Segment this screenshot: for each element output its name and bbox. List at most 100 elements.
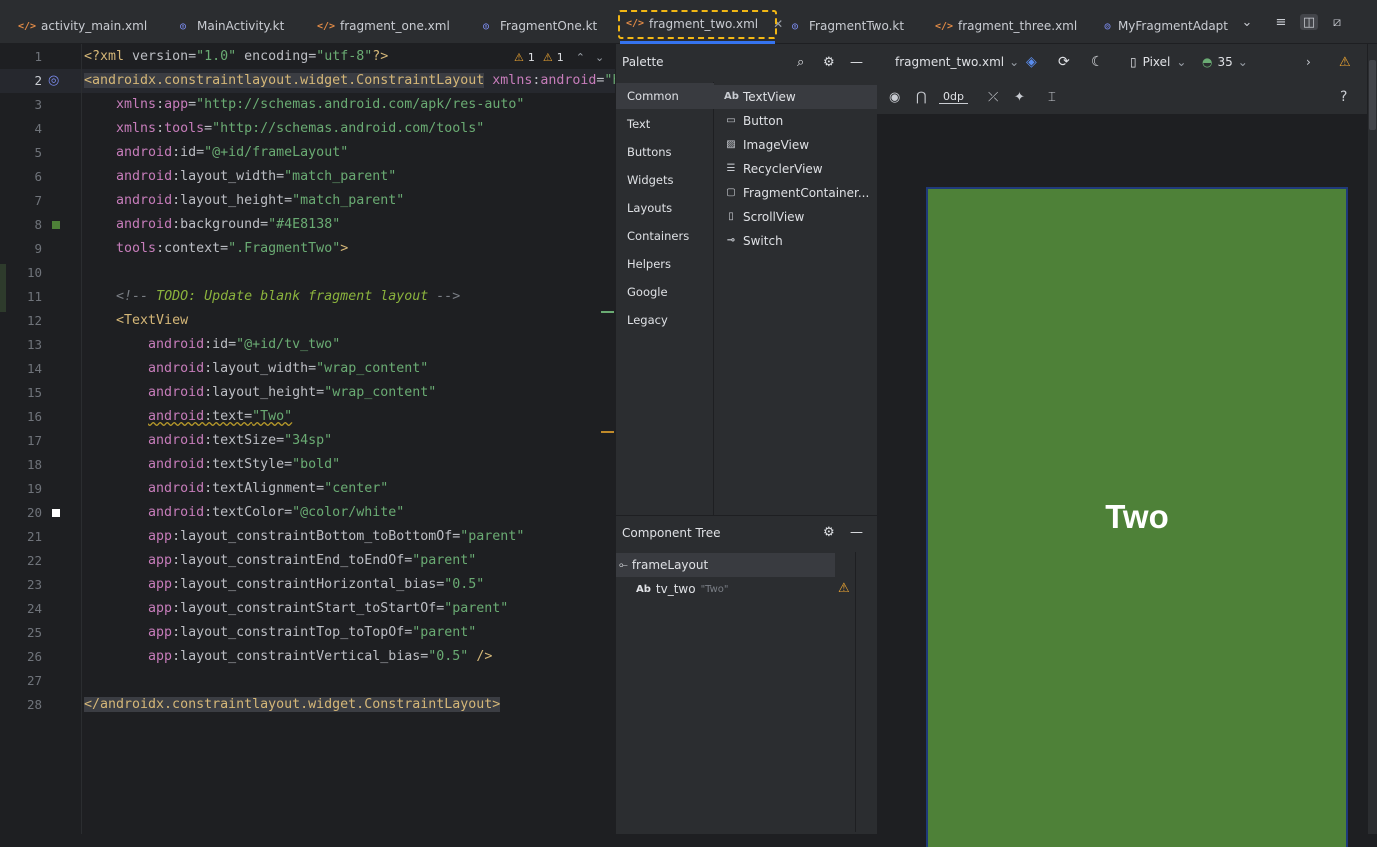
line-number: 4 [34, 121, 42, 136]
gear-icon[interactable]: ⚙ [823, 55, 835, 70]
xml-file-icon: </> [316, 20, 336, 32]
chevron-up-icon[interactable]: ⌃ [576, 51, 585, 64]
eye-icon[interactable]: ◉ [889, 90, 900, 105]
night-mode-icon[interactable]: ☾ [1091, 54, 1104, 70]
palette-item-textview[interactable]: Ab TextView [714, 85, 877, 109]
tab-label: activity_main.xml [41, 19, 148, 33]
warning-icon[interactable]: ⚠ [838, 581, 850, 596]
code-token: :layout_constraintHorizontal_bias= [172, 577, 445, 592]
tab-label: MainActivity.kt [197, 19, 285, 33]
code-token: :layout_constraintVertical_bias= [172, 649, 429, 664]
chevron-down-icon[interactable]: ⌄ [595, 51, 604, 64]
minimize-icon[interactable]: — [850, 55, 863, 70]
warning-icon[interactable]: ⚠ [1339, 55, 1351, 70]
minimize-icon[interactable]: — [850, 525, 863, 540]
gear-icon[interactable]: ⚙ [823, 525, 835, 540]
palette-category-text[interactable]: Text [616, 111, 714, 137]
palette-category-common[interactable]: Common [616, 83, 714, 109]
attributes-side-strip[interactable] [1367, 44, 1377, 834]
layout-file-dropdown[interactable]: fragment_two.xml ⌄ [895, 55, 1019, 69]
tree-node-label: frameLayout [631, 558, 709, 572]
line-number: 24 [26, 601, 42, 616]
layout-canvas[interactable]: Two [877, 114, 1367, 847]
code-token: = [188, 49, 197, 64]
tab-main-activity-kt[interactable]: ◎ MainActivity.kt [176, 6, 284, 44]
default-margin-field[interactable]: 0dp [939, 90, 968, 104]
device-dropdown[interactable]: ▯ Pixel ⌄ [1130, 55, 1186, 69]
palette-item-fragmentcontainer[interactable]: ▢ FragmentContainer... [714, 181, 877, 205]
textview-icon: Ab [636, 583, 651, 595]
tab-fragment-two-xml[interactable]: </> fragment_two.xml ✕ [618, 6, 783, 44]
code-token: ?> [372, 49, 389, 64]
code-token: "#4E8138" [268, 217, 341, 232]
magnet-icon[interactable]: ⋂ [916, 90, 927, 105]
search-icon[interactable]: ⌕ [797, 55, 804, 70]
tree-node-framelayout[interactable]: ⟜ frameLayout [616, 553, 835, 577]
inspection-widget[interactable]: ⚠ 1 ⚠ 1 ⌃ ⌄ [514, 51, 609, 64]
infer-constraints-icon[interactable]: ✦ [1014, 90, 1025, 105]
code-token: :textStyle= [204, 457, 293, 472]
color-swatch-green[interactable] [52, 221, 60, 229]
palette-category-legacy[interactable]: Legacy [616, 307, 714, 333]
code-line: android:textSize="34sp" [84, 429, 332, 453]
tab-activity-main-xml[interactable]: </> activity_main.xml [18, 6, 148, 44]
code-view-icon[interactable]: ≡ [1273, 14, 1289, 30]
palette-item-label: ImageView [743, 138, 810, 152]
code-token: android [148, 337, 205, 352]
clear-constraints-icon[interactable]: ⤫ [988, 90, 998, 105]
line-number: 22 [26, 553, 42, 568]
tab-fragment-one-kt[interactable]: ◎ FragmentOne.kt [479, 6, 597, 44]
code-token: "http://schemas.android.com/apk/res/andr… [604, 73, 615, 88]
line-number: 26 [26, 649, 42, 664]
split-view-icon[interactable]: ◫ [1300, 14, 1318, 30]
tab-fragment-three-xml[interactable]: </> fragment_three.xml [934, 6, 1078, 44]
api-dropdown[interactable]: ◓ 35 ⌄ [1202, 55, 1248, 69]
orientation-icon[interactable]: ⟳ [1058, 54, 1070, 70]
color-swatch-white[interactable] [52, 509, 60, 517]
help-icon[interactable]: ? [1340, 89, 1347, 105]
preview-textview[interactable]: Two [928, 189, 1346, 847]
palette-item-imageview[interactable]: ▨ ImageView [714, 133, 877, 157]
line-number: 1 [34, 49, 42, 64]
palette-item-recyclerview[interactable]: ☰ RecyclerView [714, 157, 877, 181]
palette-category-google[interactable]: Google [616, 279, 714, 305]
xml-file-icon: </> [934, 20, 954, 32]
palette-category-widgets[interactable]: Widgets [616, 167, 714, 193]
chevron-down-icon: ⌄ [1176, 55, 1187, 69]
scroll-marker-warning [601, 431, 614, 433]
palette-category-containers[interactable]: Containers [616, 223, 714, 249]
tab-fragment-one-xml[interactable]: </> fragment_one.xml [316, 6, 450, 44]
guidelines-icon[interactable]: ⌶ [1048, 90, 1056, 105]
code-line: android:layout_width="match_parent" [84, 165, 396, 189]
code-token: xmlns [492, 73, 533, 88]
device-preview[interactable]: Two [926, 187, 1348, 847]
palette-item-button[interactable]: ▭ Button [714, 109, 877, 133]
tab-label: fragment_three.xml [958, 19, 1078, 33]
palette-category-helpers[interactable]: Helpers [616, 251, 714, 277]
design-blueprint-icon[interactable]: ◈ [1026, 54, 1037, 70]
palette-category-buttons[interactable]: Buttons [616, 139, 714, 165]
widget-icon: ▨ [726, 139, 736, 150]
tab-fragment-two-kt[interactable]: ◎ FragmentTwo.kt [788, 6, 904, 44]
widget-icon: ▭ [726, 115, 736, 126]
code-line: app:layout_constraintEnd_toEndOf="parent… [84, 549, 476, 573]
design-view-icon[interactable]: ⧄ [1329, 14, 1345, 30]
palette-item-scrollview[interactable]: ▯ ScrollView [714, 205, 877, 229]
palette-item-switch[interactable]: ⊸ Switch [714, 229, 877, 253]
attributes-tab[interactable] [1369, 60, 1376, 130]
code-token: :layout_width= [172, 169, 285, 184]
code-line: android:layout_height="match_parent" [84, 189, 404, 213]
kotlin-class-gutter-icon[interactable]: ◎ [48, 73, 59, 88]
code-token: "wrap_content" [316, 361, 429, 376]
tab-my-fragment-adapter[interactable]: ◎ MyFragmentAdapt [1104, 6, 1228, 44]
chevron-down-icon[interactable]: ⌄ [1239, 14, 1255, 30]
chevron-down-icon: ⌄ [1237, 55, 1248, 69]
tree-node-tv-two[interactable]: Ab tv_two "Two" [636, 577, 856, 601]
code-token: xmlns [116, 121, 157, 136]
code-token: <?xml [84, 49, 133, 64]
palette-category-layouts[interactable]: Layouts [616, 195, 714, 221]
code-editor[interactable]: 1 2 3 4 5 6 7 8 9 10 11 12 13 14 15 16 17 18 19 20 21 22 23 24 2… [0, 44, 615, 834]
chevron-right-icon[interactable]: › [1306, 55, 1311, 69]
